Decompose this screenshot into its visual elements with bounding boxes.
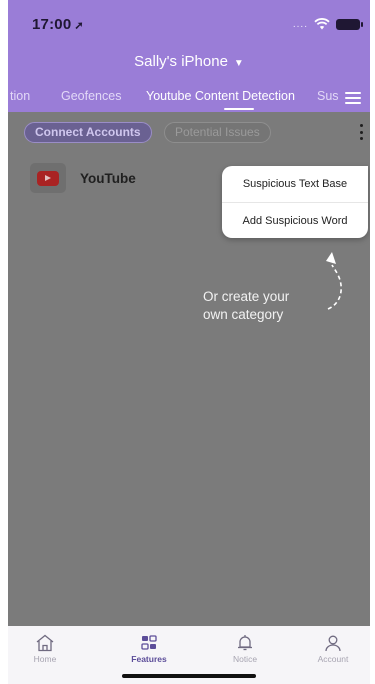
tab-youtube-content-detection[interactable]: Youtube Content Detection <box>146 89 295 103</box>
location-arrow-icon: ➚ <box>74 20 84 32</box>
signal-dots: .... <box>292 18 308 30</box>
home-indicator <box>122 674 256 678</box>
hamburger-menu-icon[interactable] <box>345 92 361 104</box>
nav-features[interactable]: Features <box>114 634 184 664</box>
chip-connect-accounts[interactable]: Connect Accounts <box>24 122 152 143</box>
nav-account-label: Account <box>317 654 349 664</box>
chevron-down-icon: ▼ <box>233 58 244 69</box>
status-icons: .... <box>292 18 363 30</box>
curved-arrow-icon <box>326 252 342 310</box>
options-dropdown: Suspicious Text Base Add Suspicious Word <box>222 166 368 238</box>
device-selector[interactable]: Sally's iPhone ▼ <box>8 53 370 70</box>
nav-home-label: Home <box>33 654 57 664</box>
tab-geofences[interactable]: Geofences <box>61 89 121 103</box>
youtube-icon-tile <box>30 163 66 193</box>
user-icon <box>325 635 341 652</box>
youtube-icon <box>37 170 59 186</box>
account-name: YouTube <box>80 170 136 186</box>
menu-item-suspicious-text-base[interactable]: Suspicious Text Base <box>222 166 368 202</box>
nav-notice[interactable]: Notice <box>210 634 280 664</box>
home-icon <box>36 634 54 652</box>
feature-tabs: tion Geofences Youtube Content Detection… <box>8 84 370 112</box>
nav-account[interactable]: Account <box>298 634 368 664</box>
menu-item-add-suspicious-word[interactable]: Add Suspicious Word <box>222 202 368 238</box>
nav-notice-label: Notice <box>232 654 258 664</box>
wifi-icon <box>314 18 330 30</box>
bell-icon <box>238 635 252 651</box>
kebab-menu-icon[interactable] <box>360 124 364 140</box>
nav-features-label: Features <box>131 654 167 664</box>
content-area: Connect Accounts Potential Issues YouTub… <box>8 112 370 626</box>
battery-icon <box>336 18 363 30</box>
account-row-youtube[interactable]: YouTube <box>30 163 136 193</box>
app-screen: 17:00 ➚ .... Sally's iPhone ▼ tion Geofenc… <box>8 0 370 684</box>
chip-potential-issues[interactable]: Potential Issues <box>164 122 271 143</box>
status-time: 17:00 ➚ <box>32 16 84 33</box>
tab-suspicious[interactable]: Sus <box>317 89 339 103</box>
hint-line-1: Or create your <box>203 289 290 304</box>
hint-line-2: own category <box>203 307 284 322</box>
status-bar: 17:00 ➚ .... <box>8 0 370 44</box>
tab-notification[interactable]: tion <box>10 89 30 103</box>
device-name: Sally's iPhone <box>134 53 228 70</box>
grid-features-icon <box>141 635 157 650</box>
nav-home[interactable]: Home <box>10 634 80 664</box>
app-header: 17:00 ➚ .... Sally's iPhone ▼ tion Geofenc… <box>8 0 370 112</box>
hint-text: Or create your own category <box>203 288 289 324</box>
active-tab-indicator <box>224 108 254 110</box>
